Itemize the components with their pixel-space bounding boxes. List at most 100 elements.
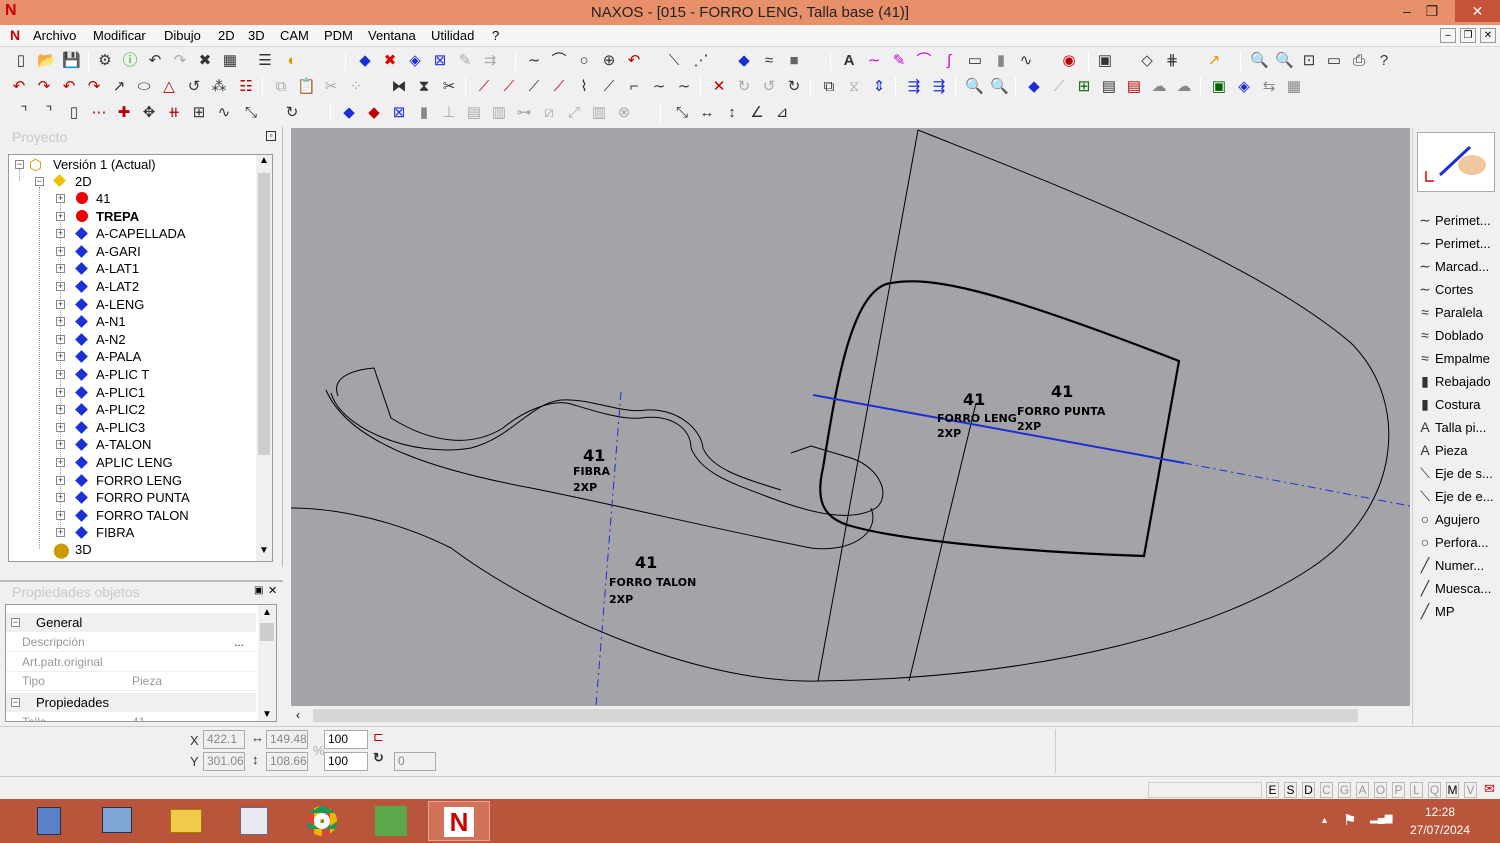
line-icon[interactable]: ⟍ (665, 52, 683, 70)
status-toggle[interactable]: V (1464, 782, 1477, 798)
polyline-icon[interactable]: ⋰ (692, 52, 710, 70)
tool-curve-c-icon[interactable]: ↶ (60, 78, 78, 96)
piece-label-forro-talon[interactable]: 41 FORRO TALON 2XP (609, 553, 696, 606)
mdi-restore-button[interactable]: ❐ (1460, 28, 1476, 43)
mdi-minimize-button[interactable]: – (1440, 28, 1456, 43)
width-field[interactable]: 149.48 (266, 730, 308, 749)
height-field[interactable]: 108.66 (266, 752, 308, 771)
pen-icon[interactable]: ✎ (890, 52, 908, 70)
tree-item[interactable]: TREPA (96, 208, 139, 225)
expand-toggle[interactable]: + (56, 493, 65, 503)
piece-label-forro-leng[interactable]: 41 FORRO LENG 2XP (937, 390, 1017, 440)
tool-item[interactable]: A Pieza (1415, 439, 1499, 461)
delete-icon[interactable]: ✖ (196, 52, 214, 70)
expand-toggle[interactable]: − (15, 160, 24, 169)
expand-toggle[interactable]: + (56, 405, 65, 415)
status-toggle[interactable]: S (1284, 782, 1297, 798)
move-icon[interactable]: ◈ (406, 52, 424, 70)
status-toggle[interactable]: M (1446, 782, 1459, 798)
plus-red-icon[interactable]: ✚ (115, 104, 133, 122)
tool-item[interactable]: ≈ Paralela (1415, 301, 1499, 323)
expand-toggle[interactable]: + (56, 352, 65, 362)
stitch-icon[interactable]: ⋕ (1163, 52, 1181, 70)
tool-item[interactable]: ╱ MP (1415, 600, 1499, 622)
piece-g-icon[interactable]: ▥ (490, 104, 508, 122)
clock-time[interactable]: 12:28 (1405, 805, 1475, 819)
scale-y-field[interactable]: 100 (324, 752, 368, 771)
expand-toggle[interactable]: + (56, 299, 65, 309)
prop-row[interactable]: Talla 41 (6, 713, 256, 721)
step-icon[interactable]: ⌐ (625, 78, 643, 96)
sel-edge-icon[interactable]: ⟋ (1050, 78, 1068, 96)
menu-utilidad[interactable]: Utilidad (431, 28, 474, 43)
prop-row[interactable]: Tipo Pieza (6, 672, 256, 691)
redo-icon[interactable]: ↷ (171, 52, 189, 70)
magnify-b-icon[interactable]: 🔍 (990, 78, 1009, 96)
status-toggle[interactable]: O (1374, 782, 1387, 798)
tree-item[interactable]: FIBRA (96, 524, 134, 541)
tool-item[interactable]: ⟍ Eje de e... (1415, 485, 1499, 507)
table-a-icon[interactable]: ▤ (1100, 78, 1118, 96)
tree-item[interactable]: A-LAT1 (96, 260, 139, 277)
tool-curve-d-icon[interactable]: ↷ (85, 78, 103, 96)
tree-item[interactable]: A-GARI (96, 243, 141, 260)
tool-item[interactable]: ⟍ Eje de s... (1415, 462, 1499, 484)
draw-line-b-icon[interactable]: ⟋ (500, 78, 518, 96)
menu-ventana[interactable]: Ventana (368, 28, 416, 43)
group-general[interactable]: − General (6, 613, 256, 632)
expand-toggle[interactable]: − (35, 177, 44, 186)
naxos-app[interactable]: N (428, 801, 490, 841)
tool-spiral-icon[interactable]: ↺ (185, 78, 203, 96)
tree-item[interactable]: FORRO TALON (96, 507, 189, 524)
arc-icon[interactable]: ⌒ (550, 52, 568, 70)
expand-toggle[interactable]: + (56, 370, 65, 379)
tree-item[interactable]: A-TALON (96, 436, 151, 453)
tree-folder-2d[interactable]: 2D (75, 173, 92, 190)
chrome-app[interactable] (291, 801, 353, 841)
target-icon[interactable]: ◉ (1060, 52, 1078, 70)
cloud-b-icon[interactable]: ☁ (1175, 78, 1193, 96)
render-c-icon[interactable]: ⇆ (1260, 78, 1278, 96)
draw-mode-preview[interactable] (1417, 132, 1495, 192)
tree-item[interactable]: A-CAPELLADA (96, 225, 186, 242)
fill-icon[interactable]: ■ (785, 52, 803, 70)
menu-help[interactable]: ? (492, 28, 499, 43)
draw-line-e-icon[interactable]: ⌇ (575, 78, 593, 96)
tree-item[interactable]: A-PLIC2 (96, 401, 145, 418)
page-icon[interactable]: ▯ (65, 104, 83, 122)
point-icon[interactable]: ⊕ (600, 52, 618, 70)
tool-item[interactable]: ○ Perfora... (1415, 531, 1499, 553)
measure-icon[interactable]: ◇ (1138, 52, 1156, 70)
cross-icon[interactable]: ✕ (710, 78, 728, 96)
status-toggle[interactable]: E (1266, 782, 1279, 798)
tool-item[interactable]: ▮ Costura (1415, 393, 1499, 415)
tool-curve-a-icon[interactable]: ↶ (10, 78, 28, 96)
node-icon[interactable]: ⁘ (347, 78, 365, 96)
fit-icon[interactable]: ⊠ (431, 52, 449, 70)
group-propiedades[interactable]: − Propiedades (6, 693, 256, 712)
settings-icon[interactable]: ⚙ (96, 52, 114, 70)
expand-toggle[interactable]: + (56, 475, 65, 485)
anchor-icon[interactable]: ⊞ (190, 104, 208, 122)
help-icon[interactable]: ? (1375, 52, 1393, 70)
dim-vert-icon[interactable]: ↕ (723, 104, 741, 122)
tool-a-icon[interactable]: ✎ (456, 52, 474, 70)
copy-properties-icon[interactable]: ▦ (221, 52, 239, 70)
print-icon[interactable]: ⎙ (1350, 52, 1368, 70)
piece-j-icon[interactable]: ⤢ (565, 104, 583, 122)
canvas-hscrollbar[interactable]: ‹ (291, 706, 1410, 725)
dim-diag-icon[interactable]: ⤡ (673, 104, 691, 122)
prop-row[interactable]: Art.patr.original (6, 653, 256, 672)
piece-k-icon[interactable]: ▥ (590, 104, 608, 122)
menu-cam[interactable]: CAM (280, 28, 309, 43)
tool-curve-e-icon[interactable]: ↗ (110, 78, 128, 96)
dim-angle-icon[interactable]: ∠ (748, 104, 766, 122)
paste-icon[interactable]: 📋 (297, 78, 316, 96)
mdi-close-button[interactable]: ✕ (1480, 28, 1496, 43)
arrow-tool-icon[interactable]: ↗ (1205, 52, 1223, 70)
freehand-icon[interactable]: ∼ (865, 52, 883, 70)
dim-arc-icon[interactable]: ⊿ (773, 104, 791, 122)
nest-b-icon[interactable]: ⇶ (930, 78, 948, 96)
refresh-icon[interactable]: ↻ (283, 104, 301, 122)
scroll-thumb[interactable] (313, 709, 1358, 722)
